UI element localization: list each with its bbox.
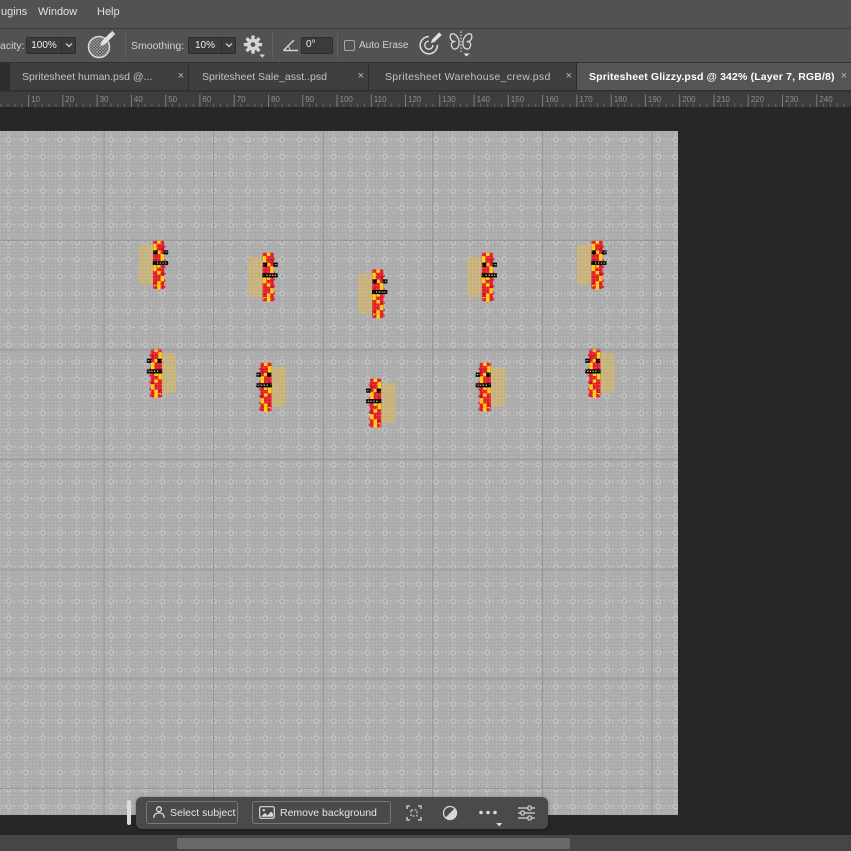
svg-text:120: 120: [408, 95, 422, 104]
svg-text:10: 10: [31, 95, 40, 104]
svg-text:130: 130: [442, 95, 456, 104]
svg-text:160: 160: [545, 95, 559, 104]
svg-text:140: 140: [477, 95, 491, 104]
svg-text:190: 190: [648, 95, 662, 104]
svg-text:150: 150: [511, 95, 525, 104]
svg-text:240: 240: [819, 95, 833, 104]
svg-text:70: 70: [237, 95, 246, 104]
svg-text:80: 80: [271, 95, 280, 104]
svg-text:30: 30: [100, 95, 109, 104]
svg-text:40: 40: [134, 95, 143, 104]
svg-text:210: 210: [717, 95, 731, 104]
svg-text:60: 60: [202, 95, 211, 104]
svg-text:180: 180: [614, 95, 628, 104]
svg-text:200: 200: [682, 95, 696, 104]
svg-text:230: 230: [785, 95, 799, 104]
svg-text:20: 20: [65, 95, 74, 104]
svg-text:170: 170: [579, 95, 593, 104]
svg-text:220: 220: [751, 95, 765, 104]
svg-text:90: 90: [305, 95, 314, 104]
svg-text:100: 100: [340, 95, 354, 104]
svg-text:50: 50: [168, 95, 177, 104]
svg-text:110: 110: [374, 95, 387, 104]
